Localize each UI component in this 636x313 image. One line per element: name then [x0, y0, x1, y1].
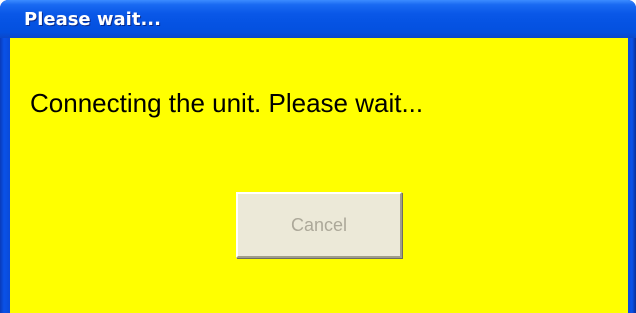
dialog-body: Connecting the unit. Please wait... Canc…: [10, 38, 628, 313]
please-wait-dialog: Please wait... Connecting the unit. Plea…: [0, 0, 636, 313]
window-frame-left: [0, 38, 10, 313]
status-message: Connecting the unit. Please wait...: [30, 88, 424, 118]
title-bar[interactable]: Please wait...: [0, 0, 636, 38]
window-frame-right: [628, 38, 636, 313]
cancel-button[interactable]: Cancel: [236, 192, 402, 258]
window-title: Please wait...: [24, 9, 161, 30]
